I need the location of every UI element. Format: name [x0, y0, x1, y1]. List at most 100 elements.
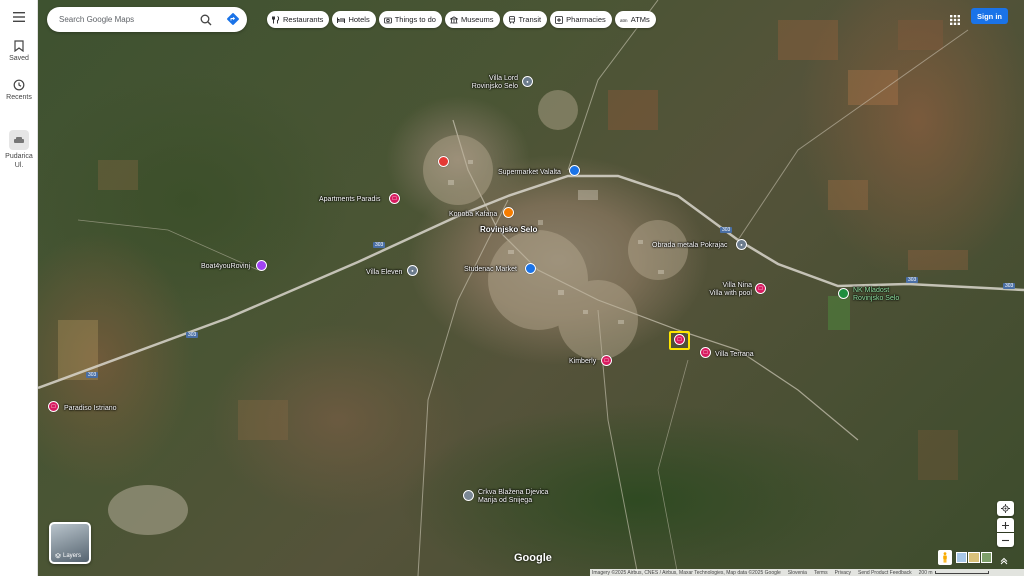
chip-restaurants[interactable]: Restaurants	[267, 11, 330, 28]
privacy-link[interactable]: Privacy	[835, 570, 851, 576]
obrada-metala-label[interactable]: Obrada metala Pokrajac	[652, 242, 727, 250]
hamburger-icon	[13, 12, 25, 22]
villa-nina-marker[interactable]	[755, 283, 766, 294]
villa-eleven-label[interactable]: Villa Eleven	[366, 269, 402, 277]
road-shield-303: 303	[373, 242, 386, 248]
recents-button[interactable]: Recents	[0, 79, 38, 102]
google-apps-button[interactable]	[950, 12, 960, 30]
boat4you-marker[interactable]	[256, 260, 267, 271]
pegman-icon	[943, 552, 947, 563]
scale-label: 200 m	[918, 569, 933, 576]
supermarket-label[interactable]: Supermarket Valalta	[498, 169, 561, 177]
scale-line	[934, 571, 989, 574]
layers-button[interactable]: Layers	[49, 522, 91, 564]
studenac-market-marker[interactable]	[525, 263, 536, 274]
apartments-paradis-marker[interactable]	[389, 193, 400, 204]
chip-museums[interactable]: Museums	[444, 11, 500, 28]
nk-mladost-marker[interactable]	[838, 288, 849, 299]
red-pin-marker[interactable]	[438, 156, 449, 167]
svg-text:atm: atm	[620, 18, 628, 23]
layer-thumb-terrain[interactable]	[956, 552, 968, 563]
crkva-label[interactable]: Crkva Blažena Djevica Marija od Snijega	[478, 489, 548, 505]
bed-icon	[337, 17, 346, 23]
museum-icon	[449, 15, 458, 23]
country-link[interactable]: Slovenia	[788, 570, 807, 576]
nk-mladost-label[interactable]: NK Mladost Rovinjsko Selo	[853, 287, 899, 303]
map-type-strip[interactable]	[956, 552, 992, 563]
my-location-icon	[1001, 504, 1010, 513]
layers-label-wrap: Layers	[55, 553, 81, 559]
feedback-link[interactable]: Send Product Feedback	[858, 570, 912, 576]
layers-icon	[55, 553, 61, 559]
directions-button[interactable]	[226, 12, 240, 31]
atm-icon: atm	[620, 18, 628, 23]
road-shield-303: 303	[86, 372, 99, 378]
layer-thumb-traffic[interactable]	[968, 552, 980, 563]
left-rail: Saved Recents Pudarica Ul.	[0, 0, 38, 576]
search-icon	[200, 14, 212, 26]
selection-highlight	[669, 331, 690, 350]
recent-place-button[interactable]: Pudarica Ul.	[0, 130, 38, 170]
zoom-in-button[interactable]	[997, 518, 1014, 532]
chip-atms[interactable]: atm ATMs	[614, 11, 656, 28]
history-icon	[13, 79, 25, 91]
road-shield-303: 303	[720, 227, 733, 233]
pharmacy-icon	[555, 15, 564, 24]
road-shield-303: 303	[1003, 283, 1016, 289]
camera-icon	[383, 17, 392, 23]
zoom-out-button[interactable]	[997, 533, 1014, 547]
directions-icon	[227, 13, 239, 25]
villa-terrana-marker[interactable]	[700, 347, 711, 358]
layer-thumb-satellite[interactable]	[980, 552, 992, 563]
search-box	[47, 7, 247, 32]
scale-bar[interactable]: 200 m	[919, 570, 989, 576]
car-icon	[14, 136, 24, 143]
layers-label: Layers	[63, 553, 82, 559]
search-input[interactable]	[59, 11, 194, 28]
chip-things-to-do[interactable]: Things to do	[378, 11, 442, 28]
studenac-market-label[interactable]: Studenac Market	[464, 266, 517, 274]
plus-icon	[1002, 521, 1009, 529]
road-shield-303: 303	[906, 277, 919, 283]
paradiso-istriano-marker[interactable]	[48, 401, 59, 412]
satellite-map[interactable]: 303 303 303 303 303 303 Villa Lord Rovin…	[38, 0, 1024, 576]
boat4you-label[interactable]: Boat4youRovinj	[201, 263, 250, 271]
street-view-pegman[interactable]	[938, 550, 952, 565]
google-logo: Google	[514, 552, 552, 564]
train-icon	[508, 15, 515, 24]
villa-lord-marker[interactable]	[522, 76, 533, 87]
supermarket-marker[interactable]	[569, 165, 580, 176]
villa-lord-label[interactable]: Villa Lord Rovinjsko Selo	[448, 75, 518, 91]
search-button[interactable]	[200, 13, 212, 31]
minus-icon	[1002, 539, 1009, 541]
kimberly-label[interactable]: Kimberly	[569, 358, 596, 366]
villa-terrana-label[interactable]: Villa Terrana	[715, 351, 754, 359]
place-thumbnail	[9, 130, 29, 150]
chip-hotels[interactable]: Hotels	[332, 11, 376, 28]
kimberly-marker[interactable]	[601, 355, 612, 366]
recents-label: Recents	[6, 94, 32, 101]
apartments-paradis-label[interactable]: Apartments Paradis	[319, 196, 380, 204]
villa-eleven-marker[interactable]	[407, 265, 418, 276]
recent-place-label: Pudarica Ul.	[5, 153, 33, 169]
terms-link[interactable]: Terms	[814, 570, 828, 576]
chip-transit[interactable]: Transit	[502, 11, 548, 28]
sign-in-button[interactable]: Sign in	[971, 8, 1008, 24]
crkva-marker[interactable]	[463, 490, 474, 501]
chip-pharmacies[interactable]: Pharmacies	[550, 11, 612, 28]
my-location-button[interactable]	[997, 501, 1014, 516]
expand-button[interactable]	[1000, 552, 1008, 570]
menu-button[interactable]	[0, 12, 38, 22]
chevron-up-icon	[1000, 557, 1008, 565]
apps-grid-icon	[950, 15, 960, 25]
obrada-metala-marker[interactable]	[736, 239, 747, 250]
saved-button[interactable]: Saved	[0, 40, 38, 63]
konoba-kafana-label[interactable]: Konoba Kafana	[449, 211, 497, 219]
paradiso-istriano-label[interactable]: Paradiso Istriano	[64, 405, 117, 413]
saved-label: Saved	[9, 55, 29, 62]
konoba-kafana-marker[interactable]	[503, 207, 514, 218]
map-footer: Imagery ©2025 Airbus, CNES / Airbus, Max…	[590, 569, 1024, 576]
bookmark-icon	[14, 40, 24, 52]
town-label[interactable]: Rovinjsko Selo	[480, 226, 537, 234]
villa-nina-label[interactable]: Villa Nina Villa with pool	[678, 282, 752, 298]
